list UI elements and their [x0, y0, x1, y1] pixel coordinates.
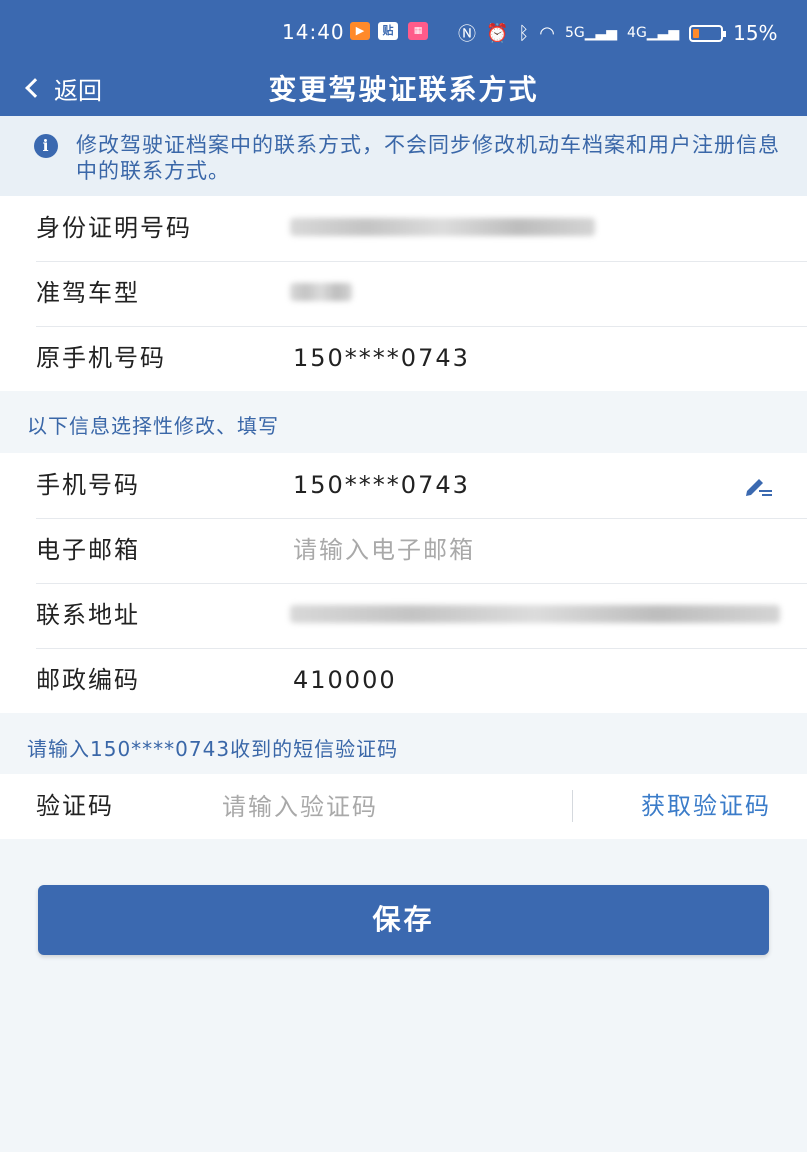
original-phone-row: 原手机号码 150****0743 — [0, 326, 807, 391]
original-phone-label: 原手机号码 — [36, 344, 166, 372]
verification-group: 验证码 获取验证码 — [0, 774, 807, 839]
nfc-icon: Ⓝ — [458, 24, 476, 45]
navbar: 变更驾驶证联系方式 返回 — [0, 60, 807, 116]
status-bar: 14:40 ▶ 贴 ▦ Ⓝ ⏰ ᛒ ◠ 5G▁▃▅ 4G▁▃▅ 15% — [0, 0, 807, 60]
postcode-label: 邮政编码 — [36, 666, 140, 694]
id-number-label: 身份证明号码 — [36, 214, 192, 242]
signal-4g-label: 4G — [627, 25, 647, 41]
signal-5g-label: 5G — [564, 25, 585, 41]
verify-code-label: 验证码 — [36, 792, 114, 820]
phone-value[interactable]: 150****0743 — [293, 453, 470, 518]
battery-percent: 15% — [733, 21, 778, 45]
alarm-icon: ⏰ — [486, 22, 509, 44]
page-title: 变更驾驶证联系方式 — [268, 73, 539, 106]
license-info-group: 身份证明号码 准驾车型 原手机号码 150****0743 — [0, 196, 807, 391]
phone-label: 手机号码 — [36, 471, 140, 499]
address-label: 联系地址 — [36, 601, 140, 629]
id-number-row: 身份证明号码 — [0, 196, 807, 261]
optional-section-title: 以下信息选择性修改、填写 — [27, 414, 279, 438]
address-value-redacted[interactable] — [290, 605, 780, 623]
license-class-value-redacted — [290, 283, 352, 301]
id-number-value-redacted — [290, 218, 595, 236]
signal-5g-icon: 5G▁▃▅ — [564, 25, 618, 41]
store-app-icon: ▦ — [408, 22, 428, 40]
license-class-row: 准驾车型 — [0, 261, 807, 326]
battery-icon — [689, 24, 727, 42]
wifi-icon: ◠ — [539, 22, 555, 44]
email-label: 电子邮箱 — [36, 536, 140, 564]
get-code-button[interactable]: 获取验证码 — [641, 774, 771, 839]
save-button[interactable]: 保存 — [38, 885, 769, 955]
contact-form-group: 手机号码 150****0743 电子邮箱 联系地址 邮政编码 410000 — [0, 453, 807, 713]
original-phone-value: 150****0743 — [293, 344, 470, 372]
bluetooth-icon: ᛒ — [518, 22, 530, 44]
address-row[interactable]: 联系地址 — [0, 583, 807, 648]
signal-4g-icon: 4G▁▃▅ — [627, 25, 680, 41]
chevron-left-icon — [25, 78, 45, 98]
info-icon: i — [34, 134, 58, 158]
postcode-value[interactable]: 410000 — [293, 648, 397, 713]
back-label: 返回 — [54, 76, 102, 105]
sms-section-title: 请输入150****0743收到的短信验证码 — [27, 737, 399, 761]
edit-icon[interactable] — [743, 473, 773, 497]
notice-banner: i 修改驾驶证档案中的联系方式，不会同步修改机动车档案和用户注册信息中的联系方式… — [0, 116, 807, 196]
email-input[interactable] — [293, 518, 713, 583]
license-class-label: 准驾车型 — [36, 279, 140, 307]
verify-code-row: 验证码 获取验证码 — [0, 774, 807, 839]
email-row[interactable]: 电子邮箱 — [0, 518, 807, 583]
phone-row[interactable]: 手机号码 150****0743 — [0, 453, 807, 518]
vertical-divider — [572, 790, 573, 822]
postcode-row[interactable]: 邮政编码 410000 — [0, 648, 807, 713]
system-icons: Ⓝ ⏰ ᛒ ◠ 5G▁▃▅ 4G▁▃▅ 15% — [458, 20, 778, 46]
notification-app-icon: 贴 — [378, 22, 398, 40]
status-time: 14:40 — [282, 20, 345, 44]
notice-text: 修改驾驶证档案中的联系方式，不会同步修改机动车档案和用户注册信息中的联系方式。 — [76, 133, 780, 183]
back-button[interactable]: 返回 — [22, 68, 102, 108]
verify-code-input[interactable] — [222, 774, 552, 839]
video-app-icon: ▶ — [350, 22, 370, 40]
